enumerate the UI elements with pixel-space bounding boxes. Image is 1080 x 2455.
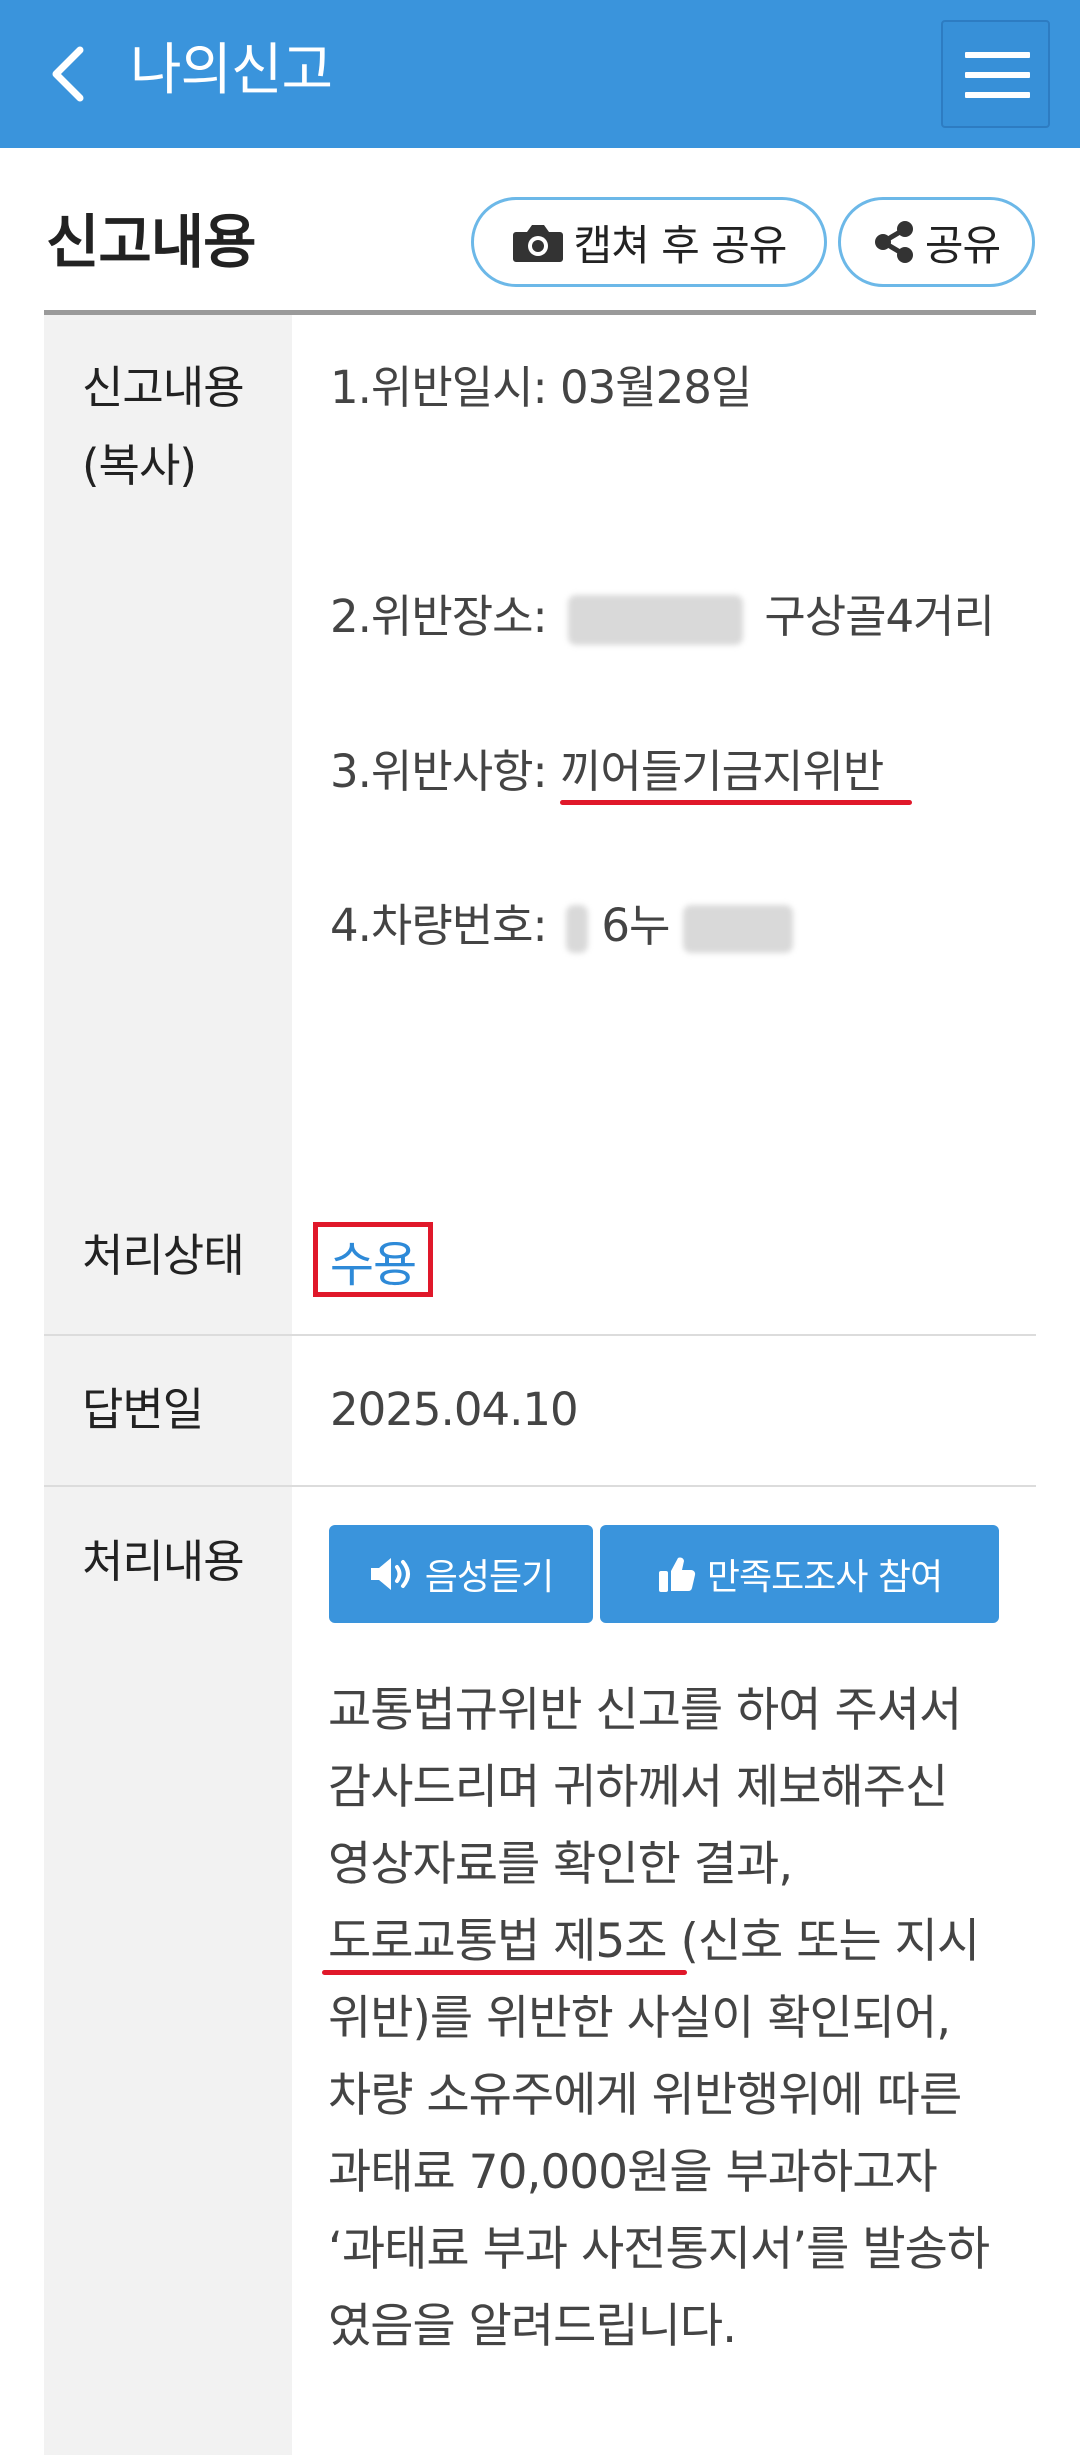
violation-highlight: 끼어들기금지위반 [560, 745, 884, 798]
status-label: 처리상태 [82, 1229, 245, 1282]
voice-listen-label: 음성듣기 [424, 1557, 554, 1598]
app-bar: 나의신고 [0, 0, 1080, 148]
speaker-icon [370, 1558, 410, 1590]
capture-share-label: 캡쳐 후 공유 [573, 220, 788, 270]
page-title: 나의신고 [130, 38, 333, 103]
law-underline [322, 1970, 687, 1975]
section-title: 신고내용 [46, 208, 256, 276]
report-label: 신고내용 (복사) [82, 361, 245, 492]
row-divider [44, 1334, 1036, 1336]
back-button[interactable] [38, 34, 98, 114]
chevron-left-icon [52, 46, 84, 102]
hamburger-menu-icon [965, 52, 1030, 58]
result-label: 처리내용 [82, 1535, 245, 1588]
share-button[interactable]: 공유 [838, 197, 1035, 287]
menu-button[interactable] [941, 20, 1050, 128]
voice-listen-button[interactable]: 음성듣기 [329, 1525, 593, 1623]
result-paragraph: 교통법규위반 신고를 하여 주셔서 감사드리며 귀하께서 제보해주신 영상자료를… [328, 1683, 990, 2354]
share-icon [874, 221, 913, 263]
status-badge: 수용 [313, 1222, 433, 1297]
row-divider [44, 1485, 1036, 1487]
report-item-datetime: 1.위반일시: 03월28일 [330, 361, 752, 414]
survey-label: 만족도조사 참여 [706, 1557, 943, 1598]
report-item-location: 2.위반장소: 구상골4거리 [330, 590, 995, 645]
violation-underline [560, 800, 912, 805]
redacted-plate-prefix [566, 905, 589, 953]
report-item-violation: 3.위반사항: 끼어들기금지위반 [330, 745, 884, 798]
thumbs-up-icon [658, 1557, 695, 1592]
answer-date-label: 답변일 [82, 1383, 204, 1436]
law-highlight: 도로교통법 제5조 [328, 1914, 668, 1969]
report-item-plate: 4.차량번호: 6누 [330, 894, 793, 958]
answer-date-value: 2025.04.10 [330, 1383, 579, 1436]
redacted-plate-suffix [682, 905, 793, 953]
capture-share-button[interactable]: 캡쳐 후 공유 [471, 197, 827, 287]
share-label: 공유 [924, 220, 1001, 270]
survey-button[interactable]: 만족도조사 참여 [600, 1525, 999, 1623]
redacted-location [568, 595, 744, 645]
camera-icon [512, 225, 563, 262]
